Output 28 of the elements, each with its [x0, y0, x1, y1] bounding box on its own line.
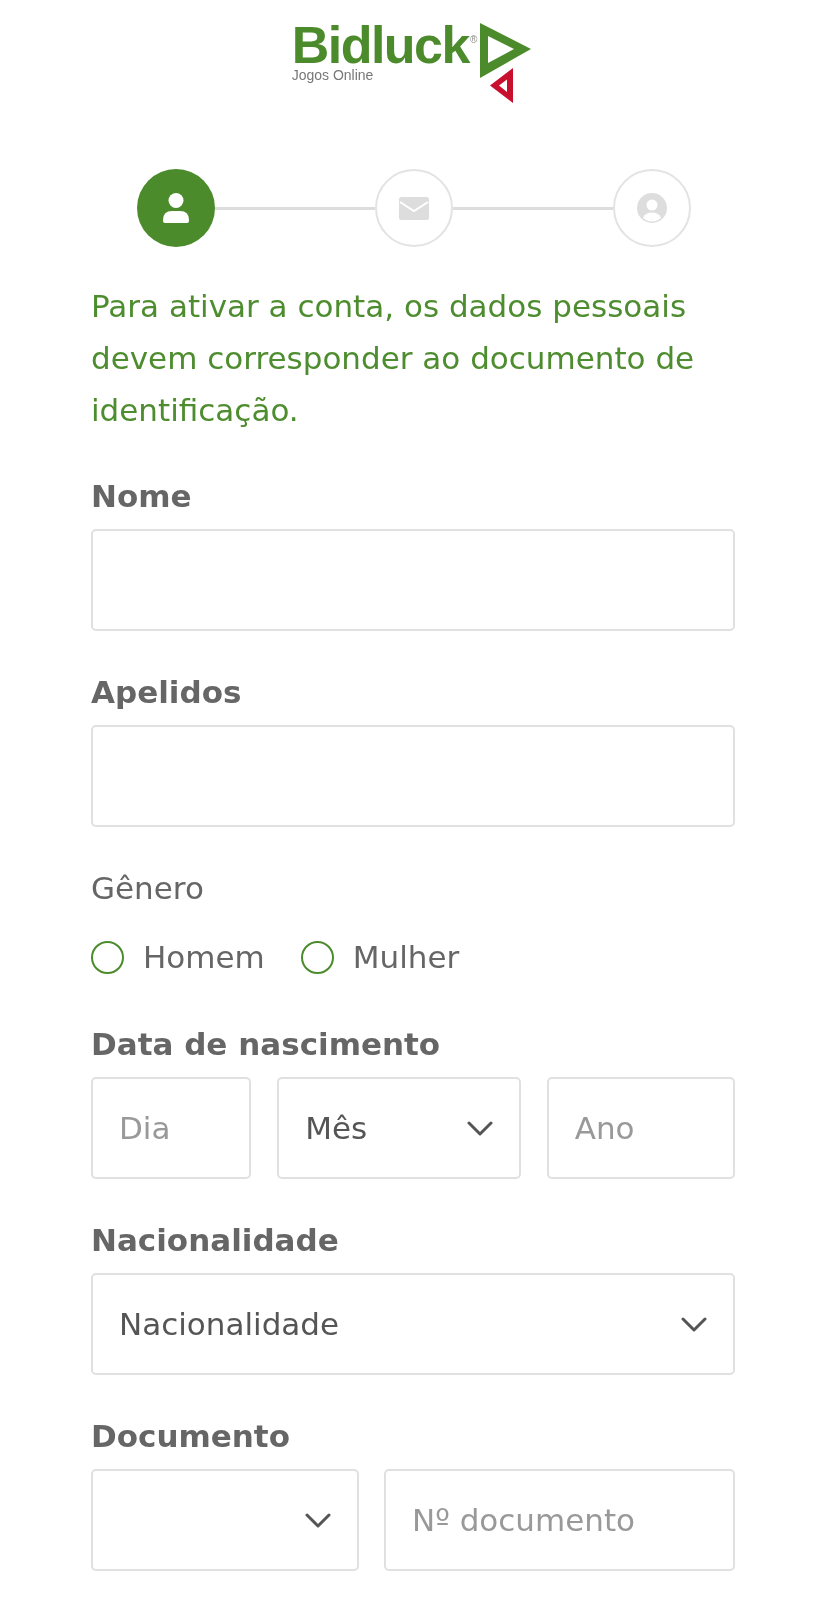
dropdown-select[interactable]: Mês [277, 1077, 521, 1179]
option-label[interactable]: Mulher [352, 937, 460, 977]
text-input[interactable]: Dia [91, 1077, 252, 1179]
logo-triangles-icon [478, 22, 533, 104]
field-label: Documento [91, 1417, 291, 1456]
radio-button[interactable] [91, 940, 124, 974]
notice-text: Para ativar a conta, os dados pessoais devem corresponder ao documento de identificação. [91, 287, 696, 430]
dropdown-select[interactable] [91, 1469, 359, 1571]
chevron-down-icon [681, 1316, 707, 1332]
registered-mark: ® [469, 35, 478, 45]
text-input[interactable]: Ano [546, 1077, 735, 1179]
field-label: Nacionalidade [91, 1221, 340, 1260]
envelope-icon [399, 196, 429, 220]
radio-button[interactable] [300, 940, 334, 974]
text-input[interactable] [91, 725, 735, 827]
field-label: Apelidos [91, 673, 243, 712]
dropdown-select[interactable]: Nacionalidade [91, 1273, 735, 1375]
user-circle-icon [637, 193, 667, 223]
logo-tagline: Jogos Online [291, 67, 375, 83]
person-icon [163, 193, 189, 223]
option-label[interactable]: Homem [143, 937, 265, 977]
field-label: Data de nascimento [91, 1025, 442, 1064]
field-label: Gênero [91, 869, 205, 908]
chevron-down-icon [466, 1120, 493, 1136]
chevron-down-icon [305, 1512, 331, 1528]
field-label: Nome [91, 477, 193, 516]
text-input[interactable] [91, 529, 735, 631]
text-input[interactable]: Nº documento [384, 1469, 735, 1571]
